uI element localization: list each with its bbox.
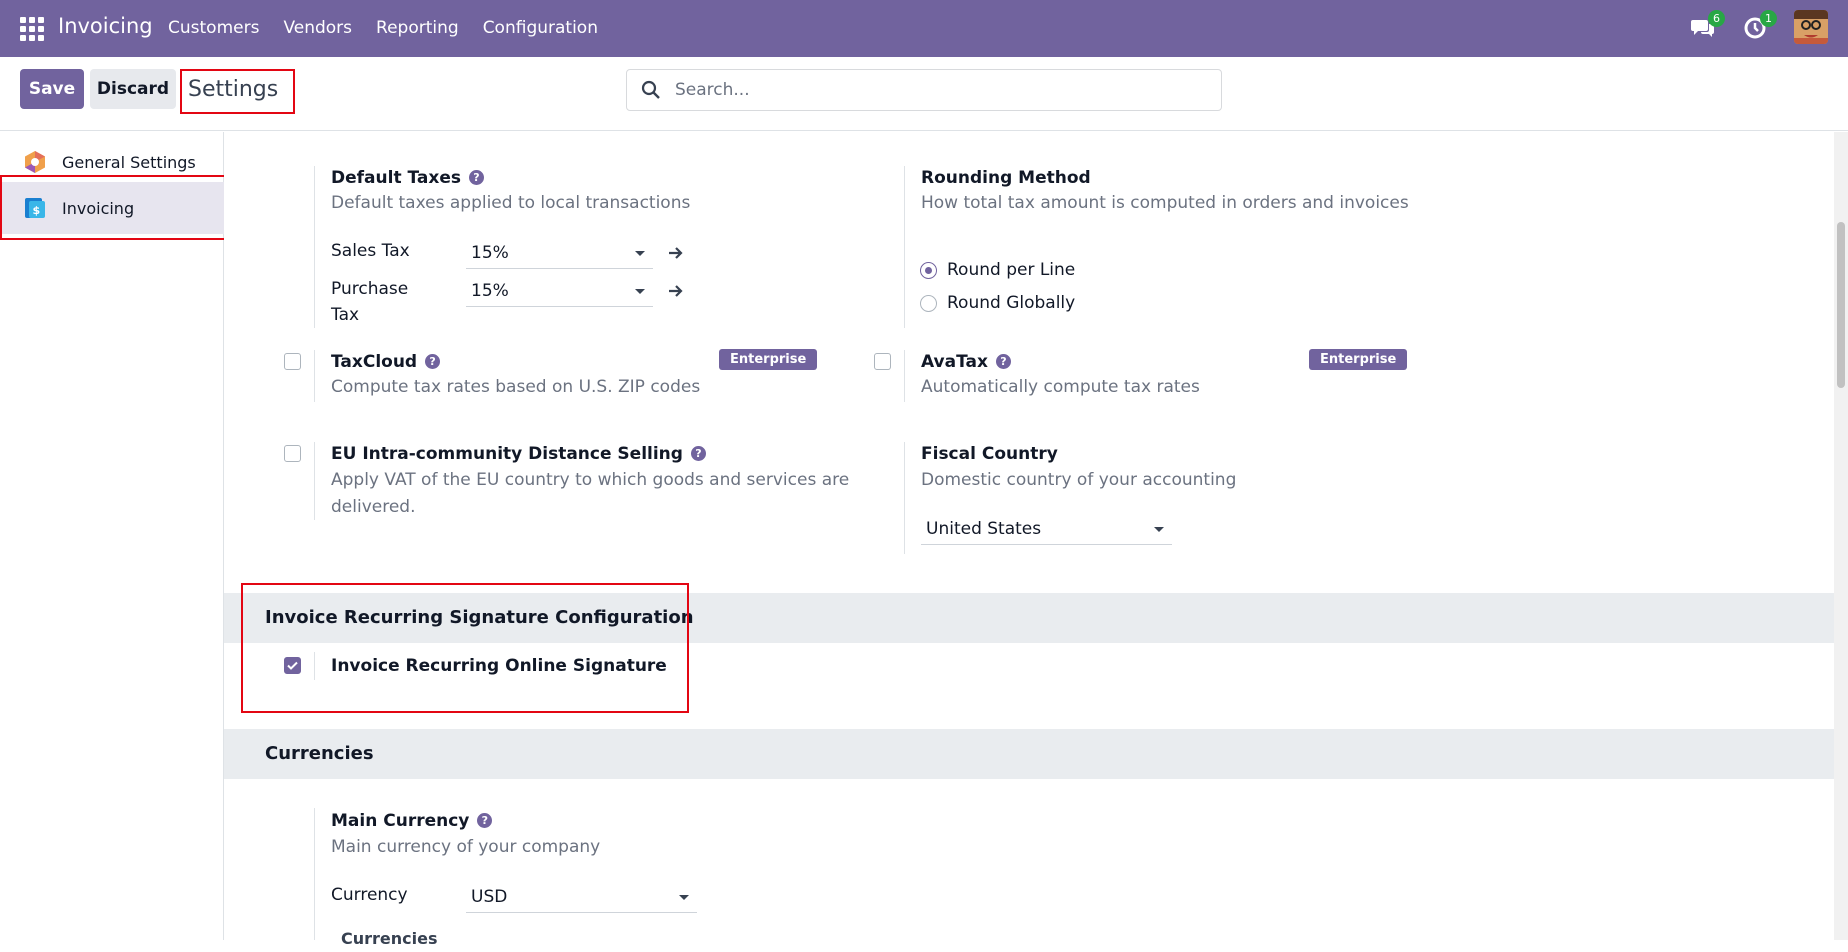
rounding-method-desc: How total tax amount is computed in orde… xyxy=(921,193,1409,213)
taxcloud-desc: Compute tax rates based on U.S. ZIP code… xyxy=(331,377,701,397)
sales-tax-select[interactable]: 15% xyxy=(466,237,653,269)
currencies-link[interactable]: Currencies xyxy=(341,926,438,952)
sales-tax-label: Sales Tax xyxy=(331,241,410,261)
purchase-tax-select[interactable]: 15% xyxy=(466,275,653,307)
top-navbar: Invoicing Customers Vendors Reporting Co… xyxy=(0,0,1848,57)
round-globally-label[interactable]: Round Globally xyxy=(947,290,1075,316)
rounding-method-title: Rounding Method xyxy=(921,168,1091,188)
taxcloud-label: TaxCloud xyxy=(331,352,418,372)
scrollbar-thumb[interactable] xyxy=(1837,222,1845,388)
avatax-checkbox[interactable] xyxy=(874,353,891,370)
eu-distance-selling-checkbox[interactable] xyxy=(284,445,301,462)
chevron-down-icon xyxy=(635,289,645,294)
purchase-tax-label-1: Purchase xyxy=(331,279,409,299)
user-avatar-icon xyxy=(1794,10,1828,44)
activities-button[interactable]: 1 xyxy=(1742,10,1777,40)
messages-count-badge: 6 xyxy=(1708,10,1725,27)
breadcrumb: Settings xyxy=(180,69,295,114)
apps-menu-icon[interactable] xyxy=(20,17,44,41)
currencies-section-title: Currencies xyxy=(265,743,374,764)
eu-distance-selling-label: EU Intra-community Distance Selling xyxy=(331,444,683,464)
currency-value: USD xyxy=(471,887,508,907)
signature-highlight-box xyxy=(241,583,689,713)
taxcloud-title: TaxCloud? xyxy=(331,352,441,372)
avatax-label: AvaTax xyxy=(921,352,988,372)
currencies-section-header xyxy=(224,729,1834,779)
divider xyxy=(314,166,315,328)
search-placeholder: Search... xyxy=(675,80,750,100)
help-icon[interactable]: ? xyxy=(995,354,1011,369)
divider xyxy=(904,166,905,328)
currency-label: Currency xyxy=(331,885,408,905)
messages-button[interactable]: 6 xyxy=(1690,10,1725,40)
search-input[interactable]: Search... xyxy=(626,69,1222,111)
round-per-line-label[interactable]: Round per Line xyxy=(947,257,1075,283)
chevron-down-icon xyxy=(679,895,689,900)
sales-tax-value: 15% xyxy=(471,243,509,263)
purchase-tax-label-2: Tax xyxy=(331,305,360,325)
main-currency-desc: Main currency of your company xyxy=(331,837,601,857)
divider xyxy=(314,350,315,402)
divider xyxy=(904,350,905,402)
sidebar-item-label: General Settings xyxy=(62,152,196,172)
chevron-down-icon xyxy=(635,251,645,256)
enterprise-badge: Enterprise xyxy=(1309,349,1408,370)
navbar-systray: 6 1 xyxy=(1690,10,1828,44)
eu-distance-selling-title: EU Intra-community Distance Selling? xyxy=(331,444,706,464)
save-button[interactable]: Save xyxy=(20,69,84,109)
fiscal-country-desc: Domestic country of your accounting xyxy=(921,470,1237,490)
divider xyxy=(314,442,315,520)
fiscal-country-title: Fiscal Country xyxy=(921,444,1058,464)
chevron-down-icon xyxy=(1154,527,1164,532)
odoo-settings-icon xyxy=(25,151,45,173)
taxcloud-checkbox[interactable] xyxy=(284,353,301,370)
avatax-desc: Automatically compute tax rates xyxy=(921,377,1200,397)
default-taxes-label: Default Taxes xyxy=(331,168,461,188)
menu-reporting[interactable]: Reporting xyxy=(376,18,459,38)
menu-customers[interactable]: Customers xyxy=(168,18,259,38)
purchase-tax-value: 15% xyxy=(471,281,509,301)
activities-count-badge: 1 xyxy=(1760,10,1777,27)
currency-select[interactable]: USD xyxy=(466,881,697,913)
eu-desc-line-1: Apply VAT of the EU country to which goo… xyxy=(331,470,850,490)
arrow-right-icon[interactable] xyxy=(667,245,685,261)
avatax-title: AvaTax? xyxy=(921,352,1011,372)
help-icon[interactable]: ? xyxy=(477,813,493,828)
menu-vendors[interactable]: Vendors xyxy=(283,18,352,38)
discard-button[interactable]: Discard xyxy=(90,69,176,109)
main-currency-title: Main Currency? xyxy=(331,811,493,831)
user-avatar[interactable] xyxy=(1794,10,1828,44)
arrow-right-icon[interactable] xyxy=(667,283,685,299)
default-taxes-title: Default Taxes? xyxy=(331,168,484,188)
main-menu: Customers Vendors Reporting Configuratio… xyxy=(168,18,598,38)
search-icon xyxy=(641,80,660,99)
fiscal-country-value: United States xyxy=(926,519,1042,539)
round-per-line-radio[interactable] xyxy=(920,262,937,279)
eu-desc-line-2: delivered. xyxy=(331,497,416,517)
sidebar-highlight-box xyxy=(0,175,231,240)
settings-sidebar: General Settings $ Invoicing xyxy=(0,132,224,940)
enterprise-badge: Enterprise xyxy=(719,349,818,370)
menu-configuration[interactable]: Configuration xyxy=(483,18,598,38)
fiscal-country-select[interactable]: United States xyxy=(921,513,1172,545)
help-icon[interactable]: ? xyxy=(690,446,706,461)
round-globally-radio[interactable] xyxy=(920,295,937,312)
help-icon[interactable]: ? xyxy=(468,170,484,185)
app-title[interactable]: Invoicing xyxy=(58,14,153,38)
control-panel: Save Discard Settings Search... xyxy=(0,57,1848,131)
default-taxes-desc: Default taxes applied to local transacti… xyxy=(331,193,691,213)
divider xyxy=(314,808,315,940)
main-currency-label: Main Currency xyxy=(331,811,470,831)
help-icon[interactable]: ? xyxy=(425,354,441,369)
divider xyxy=(904,442,905,554)
